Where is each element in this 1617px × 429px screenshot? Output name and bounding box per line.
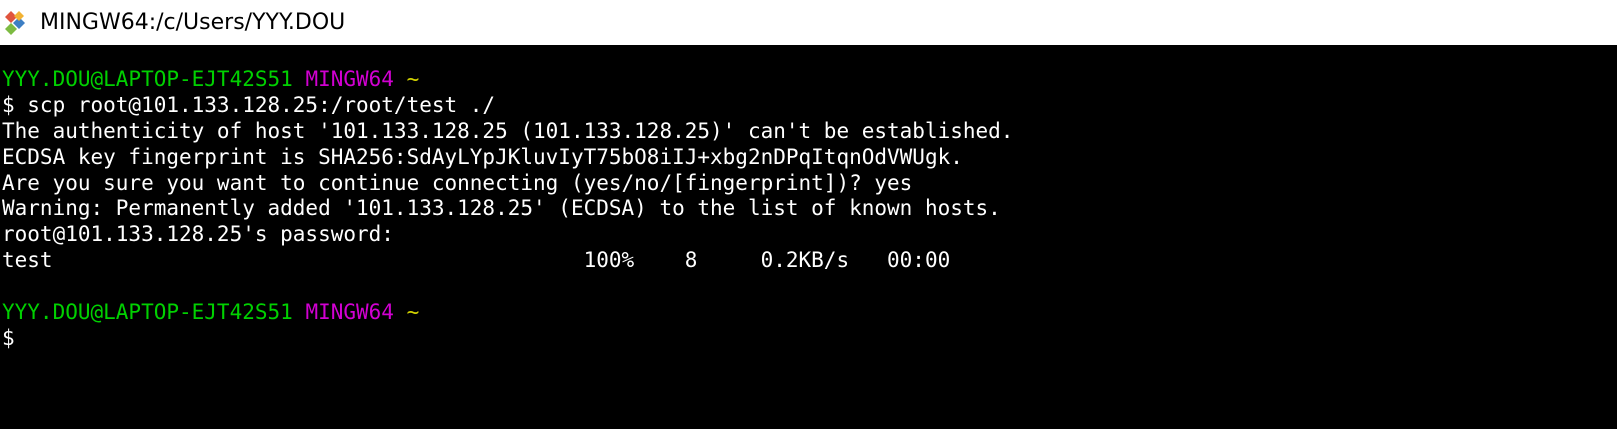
prompt-system: MINGW64: [305, 67, 394, 91]
git-bash-icon: [2, 8, 34, 38]
input-prompt-line[interactable]: $: [2, 326, 1617, 352]
prompt-line: YYY.DOU@LAPTOP-EJT42S51 MINGW64 ~: [2, 67, 1617, 93]
prompt-path: ~: [406, 67, 420, 91]
command-line: $ scp root@101.133.128.25:/root/test ./: [2, 92, 496, 117]
prompt-line: YYY.DOU@LAPTOP-EJT42S51 MINGW64 ~: [2, 300, 1617, 326]
prompt-path: ~: [406, 300, 420, 325]
output-line: ECDSA key fingerprint is SHA256:SdAyLYpJ…: [2, 144, 963, 169]
output-line: root@101.133.128.25's password:: [2, 222, 394, 247]
prompt-system: MINGW64: [305, 300, 394, 325]
output-line: The authenticity of host '101.133.128.25…: [2, 118, 1014, 143]
title-bar[interactable]: MINGW64:/c/Users/YYY.DOU: [0, 0, 1617, 45]
terminal-output[interactable]: YYY.DOU@LAPTOP-EJT42S51 MINGW64 ~ $ scp …: [0, 45, 1617, 429]
output-line: Are you sure you want to continue connec…: [2, 170, 913, 195]
transfer-progress-line: test 100% 8 0.2KB/s 00:00: [2, 248, 951, 273]
prompt-user-host: YYY.DOU@LAPTOP-EJT42S51: [2, 300, 293, 325]
prompt-user-host: YYY.DOU@LAPTOP-EJT42S51: [2, 67, 293, 91]
window-title: MINGW64:/c/Users/YYY.DOU: [40, 10, 346, 35]
terminal-window: MINGW64:/c/Users/YYY.DOU YYY.DOU@LAPTOP-…: [0, 0, 1617, 429]
output-line: Warning: Permanently added '101.133.128.…: [2, 196, 1001, 221]
